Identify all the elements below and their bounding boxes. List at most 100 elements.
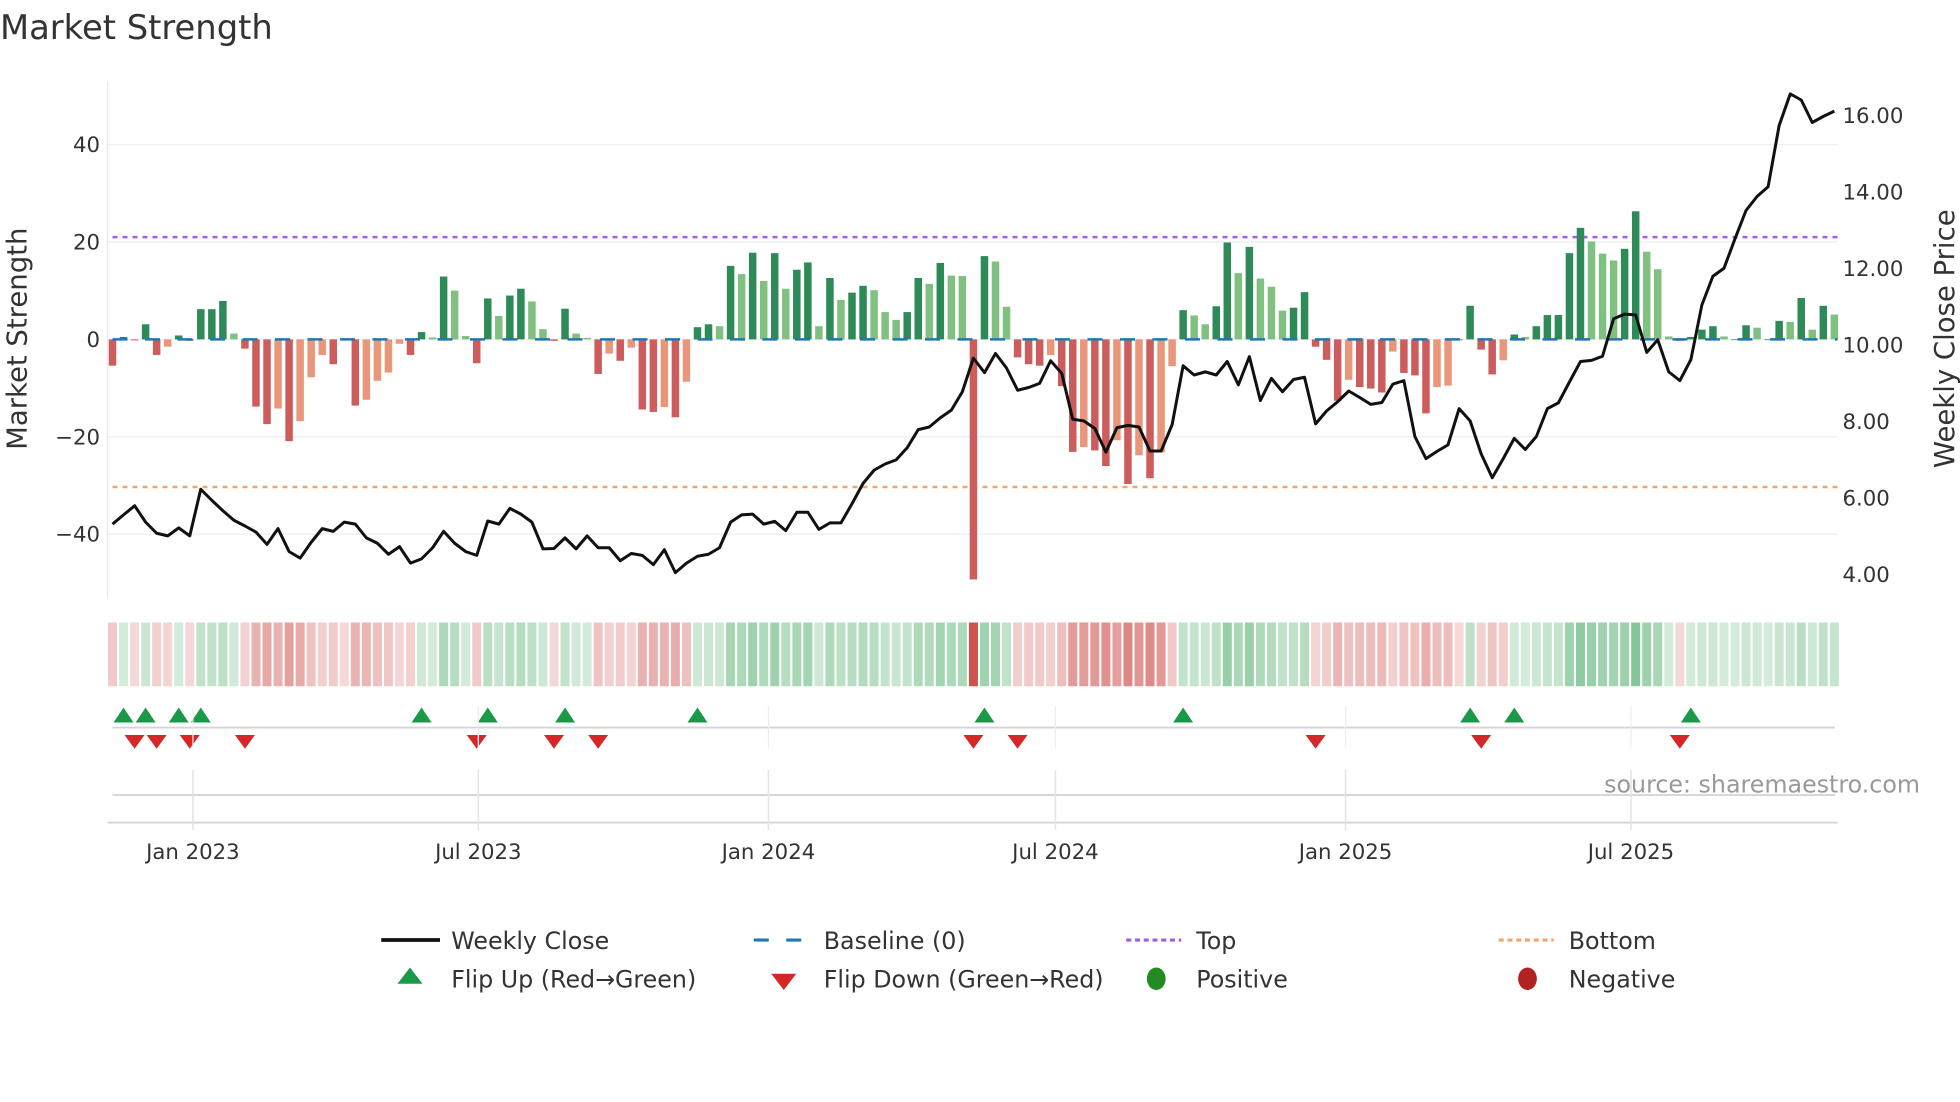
y2-tick-label: 12.00 xyxy=(1843,257,1904,282)
strength-bar xyxy=(1576,227,1585,340)
strip-cell xyxy=(527,622,537,687)
strip-cell xyxy=(108,622,117,687)
strength-bar xyxy=(682,339,691,382)
strip-cell xyxy=(1752,622,1762,687)
strip-cell xyxy=(1818,622,1828,687)
strip-cell xyxy=(207,622,217,687)
strength-bar xyxy=(914,278,922,340)
strength-bar xyxy=(152,339,161,355)
strength-bar xyxy=(991,261,1000,340)
legend-item-top[interactable]: Top xyxy=(1126,927,1236,955)
legend-item-flip-down[interactable]: Flip Down (Green→Red) xyxy=(771,966,1104,994)
strip-cell xyxy=(1145,622,1155,687)
strip-cell xyxy=(692,622,702,687)
strip-cell xyxy=(1796,622,1806,687)
flip-down-marker xyxy=(544,735,564,749)
strength-bar xyxy=(1742,325,1750,340)
flip-up-marker xyxy=(1460,707,1481,723)
strip-cell xyxy=(1542,622,1552,687)
strength-bar xyxy=(1554,315,1563,340)
flip-down-marker xyxy=(963,735,984,749)
strength-bar xyxy=(1830,314,1839,340)
strip-cell xyxy=(1774,622,1784,687)
strip-cell xyxy=(847,622,857,687)
strength-heat-strip xyxy=(108,622,1839,687)
strip-cell xyxy=(913,622,923,687)
legend-item-bottom[interactable]: Bottom xyxy=(1498,927,1656,955)
strength-bar xyxy=(815,326,823,340)
strength-bar xyxy=(384,339,393,373)
strength-bar xyxy=(1543,315,1552,340)
strip-cell xyxy=(1233,622,1243,687)
strip-cell xyxy=(251,622,261,687)
strength-bar xyxy=(1157,339,1165,453)
legend-item-baseline[interactable]: Baseline (0) xyxy=(753,927,966,955)
strength-bar xyxy=(1819,305,1828,340)
x-axis-ticks: Jan 2023 Jul 2023 Jan 2024 Jul 2024 Jan 2025… xyxy=(144,706,1674,865)
legend-item-negative[interactable]: Negative xyxy=(1518,966,1675,994)
flip-up-marker xyxy=(168,707,189,723)
strip-cell xyxy=(152,622,162,687)
source-note: source: sharemaestro.com xyxy=(1604,771,1920,799)
strip-cell xyxy=(1642,622,1652,687)
flip-down-marker xyxy=(588,735,609,749)
flip-up-marker xyxy=(1504,707,1525,723)
strip-cell xyxy=(1675,622,1685,687)
strip-cell xyxy=(1255,622,1265,687)
strip-cell xyxy=(1068,622,1078,687)
flip-up-marker xyxy=(190,707,211,723)
y2-tick-label: 8.00 xyxy=(1843,410,1890,435)
circle-icon xyxy=(1146,967,1166,990)
legend-item-weekly-close[interactable]: Weekly Close xyxy=(381,927,609,955)
strength-bar xyxy=(484,298,492,340)
strength-bar xyxy=(263,339,271,425)
strip-cell xyxy=(406,622,416,687)
strength-bar xyxy=(1367,339,1375,389)
strength-bar xyxy=(1035,339,1044,366)
strip-cell xyxy=(946,622,956,687)
strength-bar xyxy=(1124,339,1132,485)
triangle-down-icon xyxy=(771,973,797,990)
strength-bar xyxy=(506,295,514,340)
strip-cell xyxy=(119,622,129,687)
strip-cell xyxy=(1741,622,1751,687)
strip-cell xyxy=(1266,622,1276,687)
strength-bar xyxy=(1400,339,1408,373)
strip-cell xyxy=(1443,622,1453,687)
strip-cell xyxy=(1035,622,1045,687)
strip-cell xyxy=(670,622,680,687)
strip-cell xyxy=(792,622,802,687)
strip-cell xyxy=(1244,622,1254,687)
legend-item-positive[interactable]: Positive xyxy=(1146,966,1288,994)
strip-cell xyxy=(1686,622,1696,687)
strength-bar xyxy=(1344,339,1353,380)
strength-bar xyxy=(528,301,536,340)
strip-cell xyxy=(350,622,360,687)
strip-cell xyxy=(317,622,327,687)
strip-cell xyxy=(1653,622,1663,687)
strip-cell xyxy=(1465,622,1475,687)
strength-bar xyxy=(539,329,547,340)
y-tick-label: −40 xyxy=(55,523,100,548)
strength-bar xyxy=(1709,326,1717,340)
legend-item-flip-up[interactable]: Flip Up (Red→Green) xyxy=(397,966,697,994)
strength-bar xyxy=(583,337,591,340)
strength-bar xyxy=(1179,310,1187,340)
strip-cell xyxy=(648,622,658,687)
strip-cell xyxy=(240,622,250,687)
strip-cell xyxy=(1189,622,1199,687)
strip-cell xyxy=(1134,622,1144,687)
strength-bar xyxy=(1466,305,1474,340)
strength-bar xyxy=(649,339,658,412)
strip-cell xyxy=(825,622,835,687)
strength-bar xyxy=(737,274,746,340)
strength-bar xyxy=(1135,339,1143,456)
strength-bar xyxy=(704,324,713,340)
strip-cell xyxy=(141,622,151,687)
strip-cell xyxy=(968,622,978,687)
strength-bar xyxy=(660,339,669,408)
strip-cell xyxy=(505,622,515,687)
x-tick-label: Jan 2023 xyxy=(144,840,240,865)
strip-cell xyxy=(1366,622,1376,687)
strength-bar xyxy=(1532,326,1541,340)
